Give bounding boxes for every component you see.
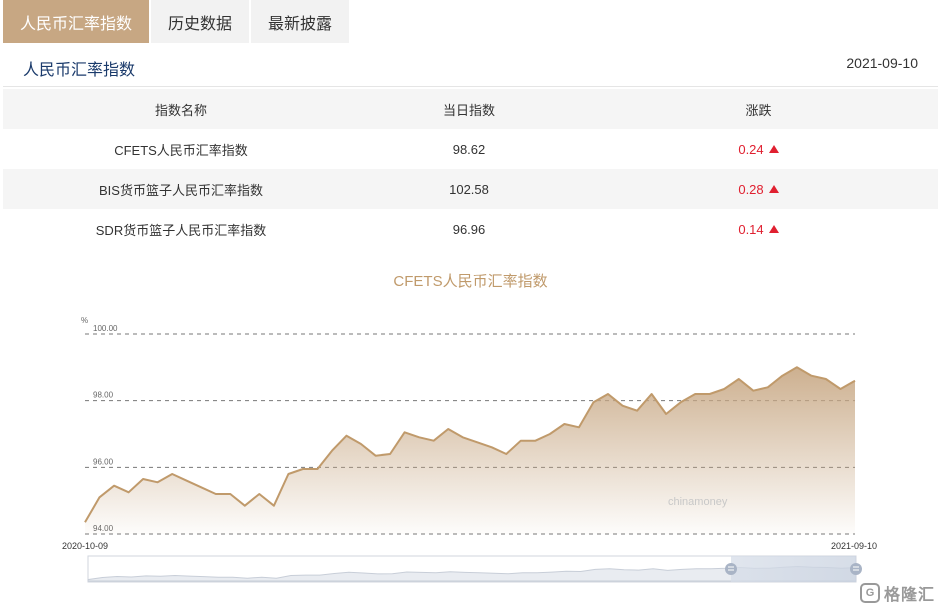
y-tick-label: 96.00: [93, 457, 114, 466]
slider-window[interactable]: [731, 556, 856, 582]
triangle-up-icon: [768, 184, 779, 193]
index-change: 0.28: [579, 169, 938, 209]
chart-title: CFETS人民币汇率指数: [393, 273, 548, 290]
table-row: CFETS人民币汇率指数 98.62 0.24: [3, 129, 938, 169]
index-value: 98.62: [452, 141, 486, 157]
series-area: [85, 367, 855, 534]
change-value: 0.14: [738, 221, 764, 237]
section-title: 人民币汇率指数: [23, 62, 136, 79]
header-change: 涨跌: [579, 89, 938, 129]
tab-bar: 人民币汇率指数 历史数据 最新披露: [3, 0, 351, 43]
index-value: 96.96: [452, 221, 486, 237]
slider-handle-right[interactable]: [850, 563, 862, 575]
tab-latest-disclosure[interactable]: 最新披露: [251, 0, 350, 43]
brand-name: 格隆汇: [883, 587, 935, 604]
y-axis-unit: %: [81, 316, 88, 325]
triangle-up-icon: [768, 224, 779, 233]
y-tick-label: 98.00: [93, 391, 114, 400]
tab-history-data[interactable]: 历史数据: [151, 0, 250, 43]
index-change: 0.24: [579, 129, 938, 169]
table-row: SDR货币篮子人民币汇率指数 96.96 0.14: [3, 209, 938, 249]
data-zoom-slider[interactable]: [87, 555, 862, 583]
cfets-index-chart: 100.0098.0096.0094.00 % chinamoney 2020-…: [62, 316, 877, 583]
table-row: BIS货币篮子人民币汇率指数 102.58 0.28: [3, 169, 938, 209]
x-axis-start-date: 2020-10-09: [62, 541, 108, 551]
header-index-name: 指数名称: [3, 89, 359, 129]
chart-watermark: chinamoney: [668, 496, 728, 508]
brand-logo-icon: G: [859, 583, 880, 603]
y-tick-label: 100.00: [93, 324, 118, 333]
slider-handle-left[interactable]: [725, 563, 737, 575]
table-header-row: 指数名称 当日指数 涨跌: [3, 89, 938, 129]
change-value: 0.24: [738, 141, 764, 157]
index-value: 102.58: [359, 169, 579, 209]
index-change: 0.14: [579, 209, 938, 249]
x-axis-end-date: 2021-09-10: [831, 541, 877, 551]
brand-watermark: G 格隆汇: [859, 581, 935, 605]
tab-rmb-index[interactable]: 人民币汇率指数: [3, 0, 150, 43]
change-value: 0.28: [738, 181, 764, 197]
triangle-up-icon: [768, 144, 779, 153]
index-name: CFETS人民币汇率指数: [114, 142, 248, 158]
index-name: BIS货币篮子人民币汇率指数: [3, 169, 359, 209]
section-date: 2021-09-10: [846, 55, 918, 71]
rate-index-table: 指数名称 当日指数 涨跌 CFETS人民币汇率指数 98.62 0.24 BIS…: [3, 89, 938, 249]
header-daily-value: 当日指数: [359, 89, 579, 129]
index-name: SDR货币篮子人民币汇率指数: [95, 222, 267, 238]
section-header: 人民币汇率指数 2021-09-10: [3, 43, 938, 87]
